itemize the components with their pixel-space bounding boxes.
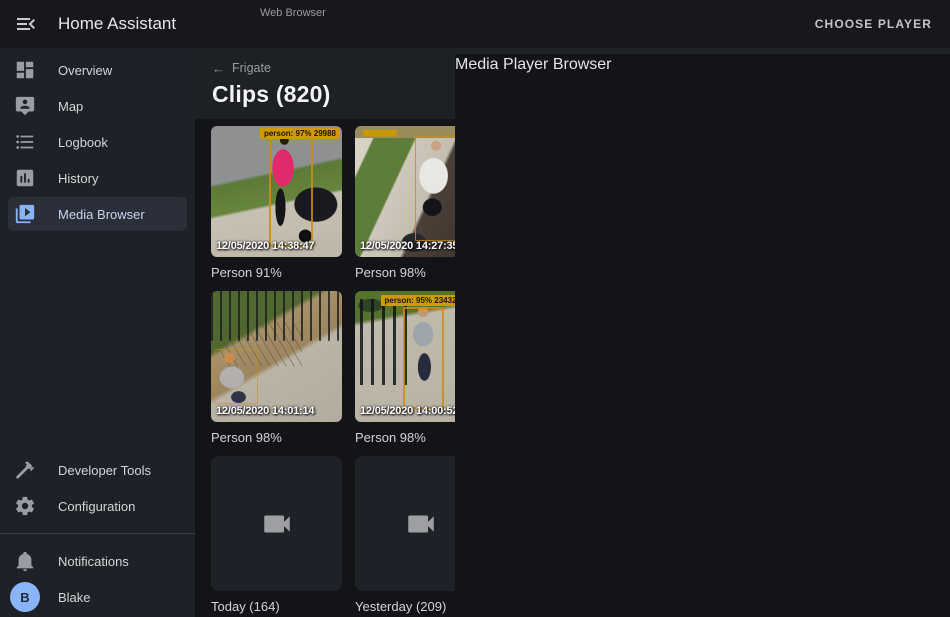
video-icon xyxy=(254,507,300,541)
sidebar-item-label: Overview xyxy=(58,63,112,78)
detection-label: person: 97% 29988 xyxy=(260,128,340,139)
sidebar-footer: Notifications B Blake xyxy=(0,543,195,615)
view-dashboard-icon xyxy=(14,59,36,81)
sidebar-item-configuration[interactable]: Configuration xyxy=(0,488,195,524)
list-bulleted-icon xyxy=(14,131,36,153)
sidebar-item-profile[interactable]: B Blake xyxy=(0,579,195,615)
sidebar-item-label: History xyxy=(58,171,98,186)
detection-bbox xyxy=(403,307,444,409)
clip-thumbnail[interactable]: 12/05/2020 14:01:14 xyxy=(211,291,342,422)
menu-open-icon[interactable] xyxy=(14,12,38,36)
gear-icon xyxy=(14,495,36,517)
clip-caption: Person 91% xyxy=(211,264,342,281)
back-arrow-icon: ← xyxy=(212,62,225,75)
hammer-icon xyxy=(14,459,36,481)
sidebar-tools: Developer Tools Configuration xyxy=(0,452,195,524)
clip-timestamp: 12/05/2020 14:38:47 xyxy=(216,240,314,252)
sidebar-item-label: Media Browser xyxy=(58,207,145,222)
sidebar-item-notifications[interactable]: Notifications xyxy=(0,543,195,579)
sidebar-item-label: Map xyxy=(58,99,83,114)
sidebar-item-history[interactable]: History xyxy=(0,160,195,196)
sidebar-item-label: Notifications xyxy=(58,554,129,569)
sidebar: Overview Map Logbook History Media Brows… xyxy=(0,48,195,617)
choose-player-button[interactable]: CHOOSE PLAYER xyxy=(809,0,938,48)
clip-card[interactable]: 12/05/2020 14:01:14 Person 98% xyxy=(211,291,342,446)
clip-timestamp: 12/05/2020 14:00:52 xyxy=(360,405,458,417)
play-box-multiple-icon xyxy=(14,203,36,225)
clip-timestamp: 12/05/2020 14:27:35 xyxy=(360,240,458,252)
video-icon xyxy=(398,507,444,541)
sidebar-item-map[interactable]: Map xyxy=(0,88,195,124)
detection-bbox xyxy=(214,349,259,404)
top-app-bar: Home Assistant Media Player Browser Web … xyxy=(0,0,950,48)
user-name: Blake xyxy=(58,590,91,605)
bell-icon xyxy=(14,550,36,572)
clip-timestamp: 12/05/2020 14:01:14 xyxy=(216,405,314,417)
sidebar-item-media-browser[interactable]: Media Browser xyxy=(8,197,187,231)
clip-caption: Person 98% xyxy=(211,429,342,446)
folder-card-today[interactable]: Today (164) xyxy=(211,456,342,615)
detection-bbox xyxy=(269,134,314,247)
page-header-subtitle: Web Browser xyxy=(260,6,326,20)
app-title: Home Assistant xyxy=(58,14,176,34)
detection-label: person: 95% 23432 xyxy=(380,295,460,306)
sidebar-item-label: Configuration xyxy=(58,499,135,514)
sidebar-divider xyxy=(0,533,195,534)
folder-caption: Today (164) xyxy=(211,598,342,615)
folder-thumbnail[interactable] xyxy=(211,456,342,591)
clip-thumbnail[interactable]: person: 97% 29988 12/05/2020 14:38:47 xyxy=(211,126,342,257)
chart-box-icon xyxy=(14,167,36,189)
clip-card[interactable]: person: 97% 29988 12/05/2020 14:38:47 Pe… xyxy=(211,126,342,281)
home-assistant-app: Home Assistant Media Player Browser Web … xyxy=(0,0,950,617)
sidebar-item-overview[interactable]: Overview xyxy=(0,52,195,88)
breadcrumb-label: Frigate xyxy=(232,61,271,75)
sidebar-item-logbook[interactable]: Logbook xyxy=(0,124,195,160)
sidebar-item-label: Developer Tools xyxy=(58,463,151,478)
breadcrumb-back-frigate[interactable]: ← Frigate xyxy=(212,61,271,75)
user-avatar: B xyxy=(10,582,40,612)
sidebar-nav: Overview Map Logbook History Media Brows… xyxy=(0,48,195,231)
sidebar-item-developer-tools[interactable]: Developer Tools xyxy=(0,452,195,488)
page-header-title: Media Player Browser xyxy=(455,54,950,617)
page-header: Media Player Browser Web Browser xyxy=(260,6,326,20)
tooltip-account-icon xyxy=(14,95,36,117)
sidebar-item-label: Logbook xyxy=(58,135,108,150)
